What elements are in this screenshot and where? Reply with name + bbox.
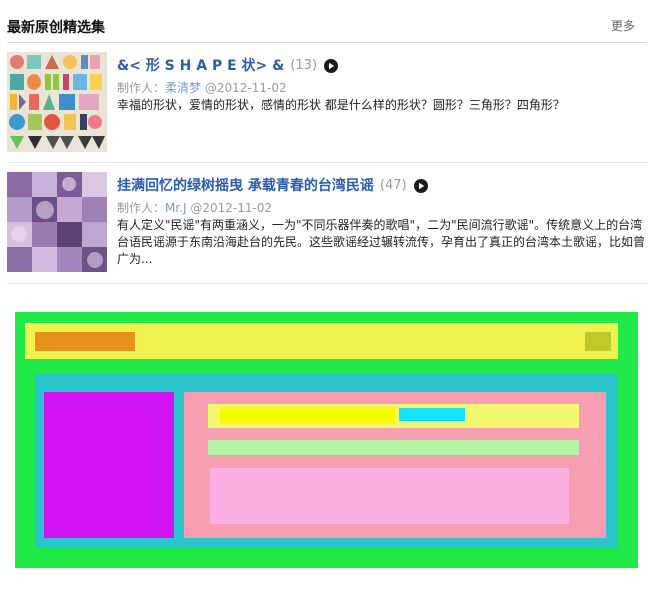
- placeholder-body: [35, 374, 618, 548]
- item-date: @2012-11-02: [204, 81, 287, 95]
- meta-prefix: 制作人：: [117, 201, 166, 215]
- item-title-link[interactable]: 挂满回忆的绿树摇曳 承载青春的台湾民谣: [117, 175, 374, 195]
- item-count: (13): [290, 57, 318, 73]
- list-item: &< 形 S H A P E 状> & (13) 制作人：柔清梦 @2012-1…: [7, 52, 647, 163]
- item-body: 挂满回忆的绿树摇曳 承载青春的台湾民谣 (47) 制作人：Mr.J @2012-…: [117, 175, 647, 268]
- play-icon[interactable]: [324, 58, 339, 73]
- more-link[interactable]: 更多: [611, 17, 635, 34]
- play-icon[interactable]: [413, 178, 428, 193]
- section-title: 最新原创精选集: [7, 20, 105, 36]
- placeholder-sidebar: [44, 392, 174, 538]
- item-meta: 制作人：柔清梦 @2012-11-02: [117, 79, 647, 95]
- purple-collage-image[interactable]: [7, 172, 107, 272]
- placeholder-main: [184, 392, 606, 538]
- meta-prefix: 制作人：: [117, 81, 166, 95]
- title-row: 挂满回忆的绿树摇曳 承载青春的台湾民谣 (47): [117, 175, 647, 195]
- item-description: 有人定义"民谣"有两重涵义，一为"不同乐器伴奏的歌唱"，二为"民间流行歌谣"。传…: [117, 218, 646, 266]
- section-header: 最新原创精选集 更多: [7, 8, 647, 43]
- item-date: @2012-11-02: [190, 201, 273, 215]
- placeholder-title-bar: [208, 404, 579, 428]
- placeholder-header: [25, 323, 618, 359]
- item-meta: 制作人：Mr.J @2012-11-02: [117, 199, 647, 215]
- title-row: &< 形 S H A P E 状> & (13): [117, 55, 647, 75]
- placeholder-logo: [35, 332, 135, 351]
- author-link[interactable]: 柔清梦: [165, 81, 201, 95]
- layout-placeholder-outer: [15, 312, 638, 568]
- author-link[interactable]: Mr.J: [165, 201, 187, 215]
- placeholder-title-block: [220, 407, 395, 424]
- placeholder-corner-box: [585, 332, 611, 351]
- placeholder-title-tag: [399, 408, 465, 421]
- alphabet-letters-image[interactable]: [7, 52, 107, 152]
- item-title-link[interactable]: &< 形 S H A P E 状> &: [117, 55, 284, 75]
- item-description: 幸福的形状，爱情的形状，感情的形状 都是什么样的形状？圆形？三角形？四角形？: [117, 98, 565, 112]
- item-body: &< 形 S H A P E 状> & (13) 制作人：柔清梦 @2012-1…: [117, 55, 647, 114]
- list-item: 挂满回忆的绿树摇曳 承载青春的台湾民谣 (47) 制作人：Mr.J @2012-…: [7, 172, 647, 284]
- item-count: (47): [379, 177, 407, 193]
- placeholder-content-box: [210, 468, 569, 524]
- placeholder-line: [208, 440, 579, 455]
